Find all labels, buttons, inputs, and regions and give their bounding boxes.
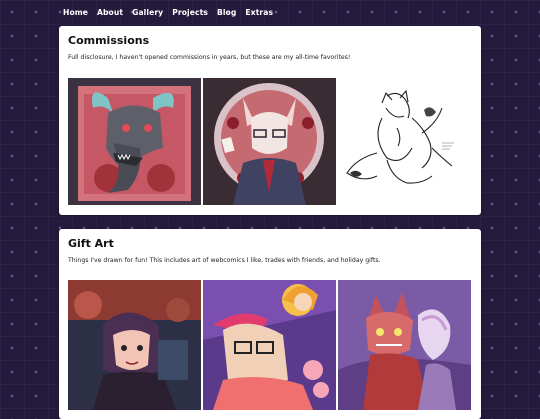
gift-art-panel: Gift Art Things I've drawn for fun! This… — [59, 229, 481, 419]
nav-about-link[interactable]: About — [97, 8, 123, 17]
dragon-commission-image[interactable] — [68, 78, 201, 205]
fox-commission-image[interactable] — [203, 78, 336, 205]
gift-art-title: Gift Art — [68, 237, 114, 250]
nav-projects-link[interactable]: Projects — [172, 8, 208, 17]
commissions-panel: Commissions Full disclosure, I haven't o… — [59, 26, 481, 215]
gift-art-description: Things I've drawn for fun! This includes… — [68, 257, 381, 264]
nav-extras-link[interactable]: Extras — [245, 8, 273, 17]
nav-gallery-link[interactable]: Gallery — [132, 8, 163, 17]
commissions-title: Commissions — [68, 34, 150, 47]
main-nav: Home About Gallery Projects Blog Extras — [63, 8, 273, 17]
commissions-description: Full disclosure, I haven't opened commis… — [68, 54, 351, 61]
sketch-commission-image[interactable] — [342, 88, 460, 193]
gothic-girl-gift-image[interactable] — [68, 280, 201, 410]
nav-blog-link[interactable]: Blog — [217, 8, 236, 17]
glasses-boy-gift-image[interactable] — [203, 280, 336, 410]
fox-animatronic-gift-image[interactable] — [338, 280, 471, 410]
nav-home-link[interactable]: Home — [63, 8, 88, 17]
